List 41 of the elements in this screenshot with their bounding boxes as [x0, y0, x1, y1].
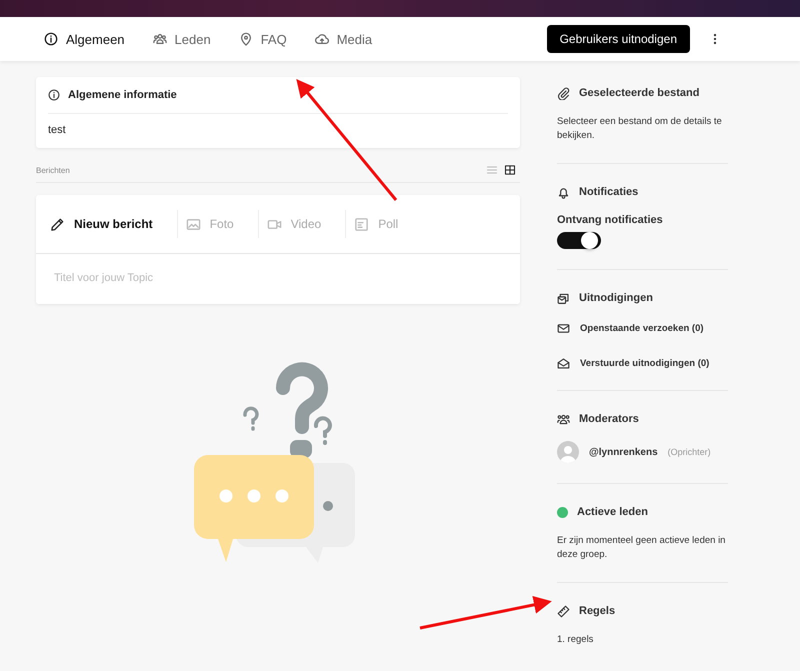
- nav-tab[interactable]: Algemeen: [44, 32, 125, 46]
- section-title: Uitnodigingen: [579, 292, 653, 304]
- people-icon: [152, 32, 167, 46]
- grid-view-icon[interactable]: [504, 164, 516, 176]
- bell-icon: [557, 186, 570, 198]
- section-title: Geselecteerde bestand: [579, 87, 700, 99]
- image-icon: [186, 216, 201, 232]
- nav-tab[interactable]: FAQ: [238, 32, 287, 46]
- pencil-icon: [50, 216, 65, 232]
- location-pin-icon: [238, 32, 253, 46]
- toggle-label: Ontvang notificaties: [557, 214, 664, 226]
- invite-users-button[interactable]: Gebruikers uitnodigen: [546, 25, 690, 53]
- info-text: test: [48, 123, 67, 138]
- section-label: Berichten: [36, 166, 70, 174]
- moderator-name[interactable]: @lynnrenkens: [589, 446, 658, 458]
- notification-toggle[interactable]: [557, 232, 601, 249]
- section-title: Notificaties: [579, 186, 638, 198]
- help-text: Er zijn momenteel geen actieve leden in deze groep.: [557, 534, 726, 562]
- moderator-role: (Oprichter): [668, 447, 711, 457]
- section-title: Actieve leden: [577, 506, 648, 518]
- composer-tab[interactable]: Nieuw bericht: [50, 210, 167, 238]
- poll-icon: [354, 216, 370, 232]
- avatar-icon: [557, 441, 579, 463]
- cloud-upload-icon: [314, 32, 329, 46]
- envelope-icon: [557, 322, 570, 335]
- nav-tab[interactable]: Leden: [152, 32, 211, 46]
- invitation-link[interactable]: Verstuurde uitnodigingen (0): [580, 358, 710, 369]
- group-icon: [557, 412, 570, 426]
- section-title: Moderators: [579, 413, 639, 425]
- ruler-icon: [557, 604, 570, 618]
- info-icon: [48, 89, 60, 101]
- invitation-link[interactable]: Openstaande verzoeken (0): [580, 323, 704, 334]
- info-icon: [44, 32, 58, 46]
- invitation-cards-icon: [557, 292, 570, 304]
- card-title: Algemene informatie: [68, 89, 177, 101]
- nav-tab[interactable]: Media: [314, 32, 372, 46]
- help-text: Selecteer een bestand om de details te bekijken.: [557, 115, 723, 143]
- section-title: Regels: [579, 605, 616, 617]
- open-envelope-icon: [557, 357, 570, 370]
- paperclip-icon: [557, 86, 570, 100]
- rule-item: 1. regels: [557, 633, 594, 647]
